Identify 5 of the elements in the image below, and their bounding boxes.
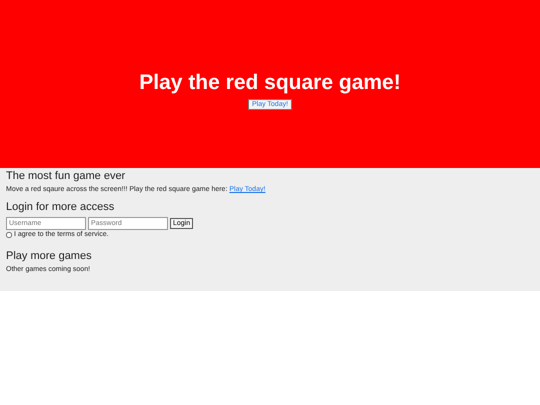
section-heading: The most fun game ever (6, 170, 126, 182)
section-heading: Login for more access (6, 201, 116, 213)
terms-checkbox[interactable] (6, 232, 12, 238)
section-heading: Play more games (6, 250, 93, 262)
hero-title: Play the red square game! (139, 70, 401, 94)
